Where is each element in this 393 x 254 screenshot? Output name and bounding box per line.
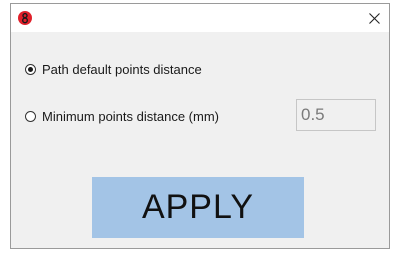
close-icon [368, 12, 380, 24]
title-bar[interactable] [11, 4, 389, 32]
radio-label-path-default-distance: Path default points distance [42, 62, 202, 77]
radio-minimum-distance[interactable]: Minimum points distance (mm) [25, 109, 219, 124]
radio-label-minimum-distance: Minimum points distance (mm) [42, 109, 219, 124]
radio-button-unchecked-icon[interactable] [25, 111, 36, 122]
dialog-window: Path default points distance Minimum poi… [10, 3, 390, 249]
minimum-distance-input[interactable] [296, 99, 376, 131]
app-icon [18, 11, 32, 25]
apply-button[interactable]: APPLY [92, 177, 304, 238]
radio-path-default-distance[interactable]: Path default points distance [25, 62, 202, 77]
radio-button-checked-icon[interactable] [25, 64, 36, 75]
close-button[interactable] [359, 4, 389, 32]
